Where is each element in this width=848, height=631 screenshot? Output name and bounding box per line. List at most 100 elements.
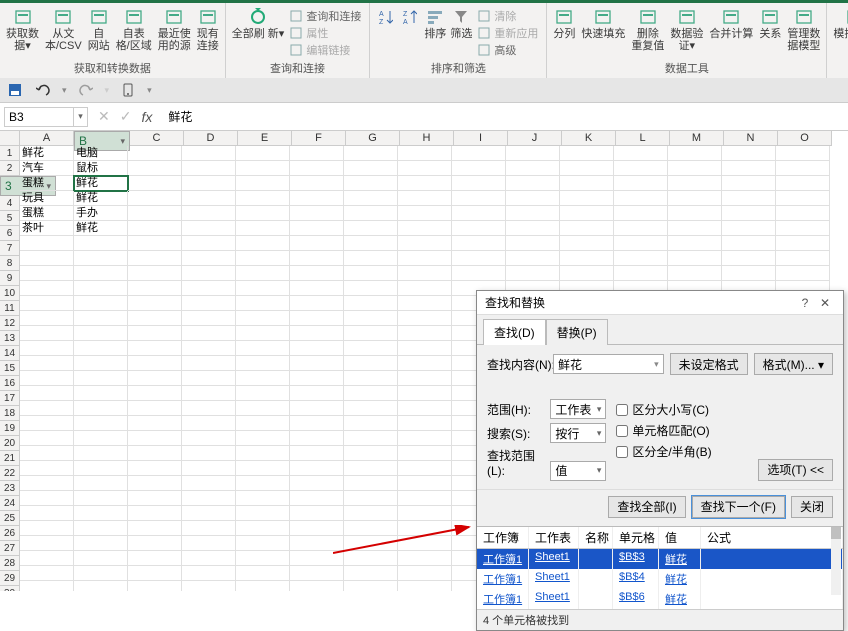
- cell-H7[interactable]: [398, 236, 452, 251]
- cell-D16[interactable]: [182, 371, 236, 386]
- cell-A26[interactable]: [20, 521, 74, 536]
- small-item[interactable]: 高级: [478, 42, 538, 58]
- cell-C21[interactable]: [128, 446, 182, 461]
- row-header-12[interactable]: 12: [0, 316, 20, 331]
- cell-B15[interactable]: [74, 356, 128, 371]
- cell-F26[interactable]: [290, 521, 344, 536]
- cell-C19[interactable]: [128, 416, 182, 431]
- cell-H12[interactable]: [398, 311, 452, 326]
- cell-N4[interactable]: [722, 191, 776, 206]
- get-btn-3[interactable]: 自表 格/区域: [114, 6, 154, 54]
- cell-A10[interactable]: [20, 281, 74, 296]
- cell-K2[interactable]: [560, 161, 614, 176]
- cell-F11[interactable]: [290, 296, 344, 311]
- row-header-22[interactable]: 22: [0, 466, 20, 481]
- get-btn-1[interactable]: 从文 本/CSV: [43, 6, 84, 54]
- options-button[interactable]: 选项(T) <<: [758, 459, 833, 481]
- cell-I1[interactable]: [452, 146, 506, 161]
- no-format-button[interactable]: 未设定格式: [670, 353, 748, 375]
- cell-J6[interactable]: [506, 221, 560, 236]
- cell-A8[interactable]: [20, 251, 74, 266]
- cell-C13[interactable]: [128, 326, 182, 341]
- cell-E23[interactable]: [236, 476, 290, 491]
- cell-E15[interactable]: [236, 356, 290, 371]
- cell-K7[interactable]: [560, 236, 614, 251]
- cell-B30[interactable]: [74, 581, 128, 591]
- cell-F24[interactable]: [290, 491, 344, 506]
- match-case-checkbox[interactable]: [616, 404, 628, 416]
- cell-C18[interactable]: [128, 401, 182, 416]
- redo-button[interactable]: [77, 81, 95, 99]
- cell-H24[interactable]: [398, 491, 452, 506]
- cell-F27[interactable]: [290, 536, 344, 551]
- cell-B22[interactable]: [74, 461, 128, 476]
- cell-A12[interactable]: [20, 311, 74, 326]
- cell-I4[interactable]: [452, 191, 506, 206]
- cell-E16[interactable]: [236, 371, 290, 386]
- cell-A4[interactable]: 玩具: [20, 191, 74, 206]
- row-header-13[interactable]: 13: [0, 331, 20, 346]
- small-item[interactable]: 属性: [290, 25, 361, 41]
- find-input[interactable]: 鲜花▾: [553, 354, 664, 374]
- filter-button[interactable]: 筛选: [448, 6, 474, 42]
- cell-B7[interactable]: [74, 236, 128, 251]
- cell-F9[interactable]: [290, 266, 344, 281]
- cell-G1[interactable]: [344, 146, 398, 161]
- cell-G10[interactable]: [344, 281, 398, 296]
- cell-D19[interactable]: [182, 416, 236, 431]
- find-all-button[interactable]: 查找全部(I): [608, 496, 685, 518]
- small-item[interactable]: 重新应用: [478, 25, 538, 41]
- cell-G8[interactable]: [344, 251, 398, 266]
- cell-G11[interactable]: [344, 296, 398, 311]
- col-header-F[interactable]: F: [292, 131, 346, 146]
- col-header-O[interactable]: O: [778, 131, 832, 146]
- cell-D12[interactable]: [182, 311, 236, 326]
- cell-C27[interactable]: [128, 536, 182, 551]
- get-btn-4[interactable]: 最近使 用的源: [156, 6, 193, 54]
- row-header-6[interactable]: 6: [0, 226, 20, 241]
- cell-D11[interactable]: [182, 296, 236, 311]
- cell-D5[interactable]: [182, 206, 236, 221]
- cell-G15[interactable]: [344, 356, 398, 371]
- cell-D3[interactable]: [182, 176, 236, 191]
- row-header-1[interactable]: 1: [0, 146, 20, 161]
- select-all-corner[interactable]: [0, 131, 20, 146]
- cell-F29[interactable]: [290, 566, 344, 581]
- cell-E4[interactable]: [236, 191, 290, 206]
- col-header-A[interactable]: A: [20, 131, 74, 146]
- match-whole-checkbox[interactable]: [616, 425, 628, 437]
- cell-H19[interactable]: [398, 416, 452, 431]
- col-header-G[interactable]: G: [346, 131, 400, 146]
- cell-G7[interactable]: [344, 236, 398, 251]
- cell-H30[interactable]: [398, 581, 452, 591]
- cell-N9[interactable]: [722, 266, 776, 281]
- tool-btn-5[interactable]: 关系: [757, 6, 783, 54]
- cell-A21[interactable]: [20, 446, 74, 461]
- cell-A24[interactable]: [20, 491, 74, 506]
- row-header-7[interactable]: 7: [0, 241, 20, 256]
- cell-C28[interactable]: [128, 551, 182, 566]
- cell-K6[interactable]: [560, 221, 614, 236]
- row-header-17[interactable]: 17: [0, 391, 20, 406]
- sort-button[interactable]: 排序: [422, 6, 448, 42]
- cell-F15[interactable]: [290, 356, 344, 371]
- cell-G30[interactable]: [344, 581, 398, 591]
- cell-D10[interactable]: [182, 281, 236, 296]
- cell-F7[interactable]: [290, 236, 344, 251]
- col-header-E[interactable]: E: [238, 131, 292, 146]
- tool-btn-0[interactable]: 分列: [551, 6, 577, 54]
- cell-H27[interactable]: [398, 536, 452, 551]
- cell-H20[interactable]: [398, 431, 452, 446]
- cell-F28[interactable]: [290, 551, 344, 566]
- row-header-26[interactable]: 26: [0, 526, 20, 541]
- cell-M4[interactable]: [668, 191, 722, 206]
- cell-B29[interactable]: [74, 566, 128, 581]
- cell-B14[interactable]: [74, 341, 128, 356]
- cell-A1[interactable]: 鲜花: [20, 146, 74, 161]
- cell-G24[interactable]: [344, 491, 398, 506]
- cell-E18[interactable]: [236, 401, 290, 416]
- col-header-I[interactable]: I: [454, 131, 508, 146]
- cell-C6[interactable]: [128, 221, 182, 236]
- cell-D6[interactable]: [182, 221, 236, 236]
- cell-E25[interactable]: [236, 506, 290, 521]
